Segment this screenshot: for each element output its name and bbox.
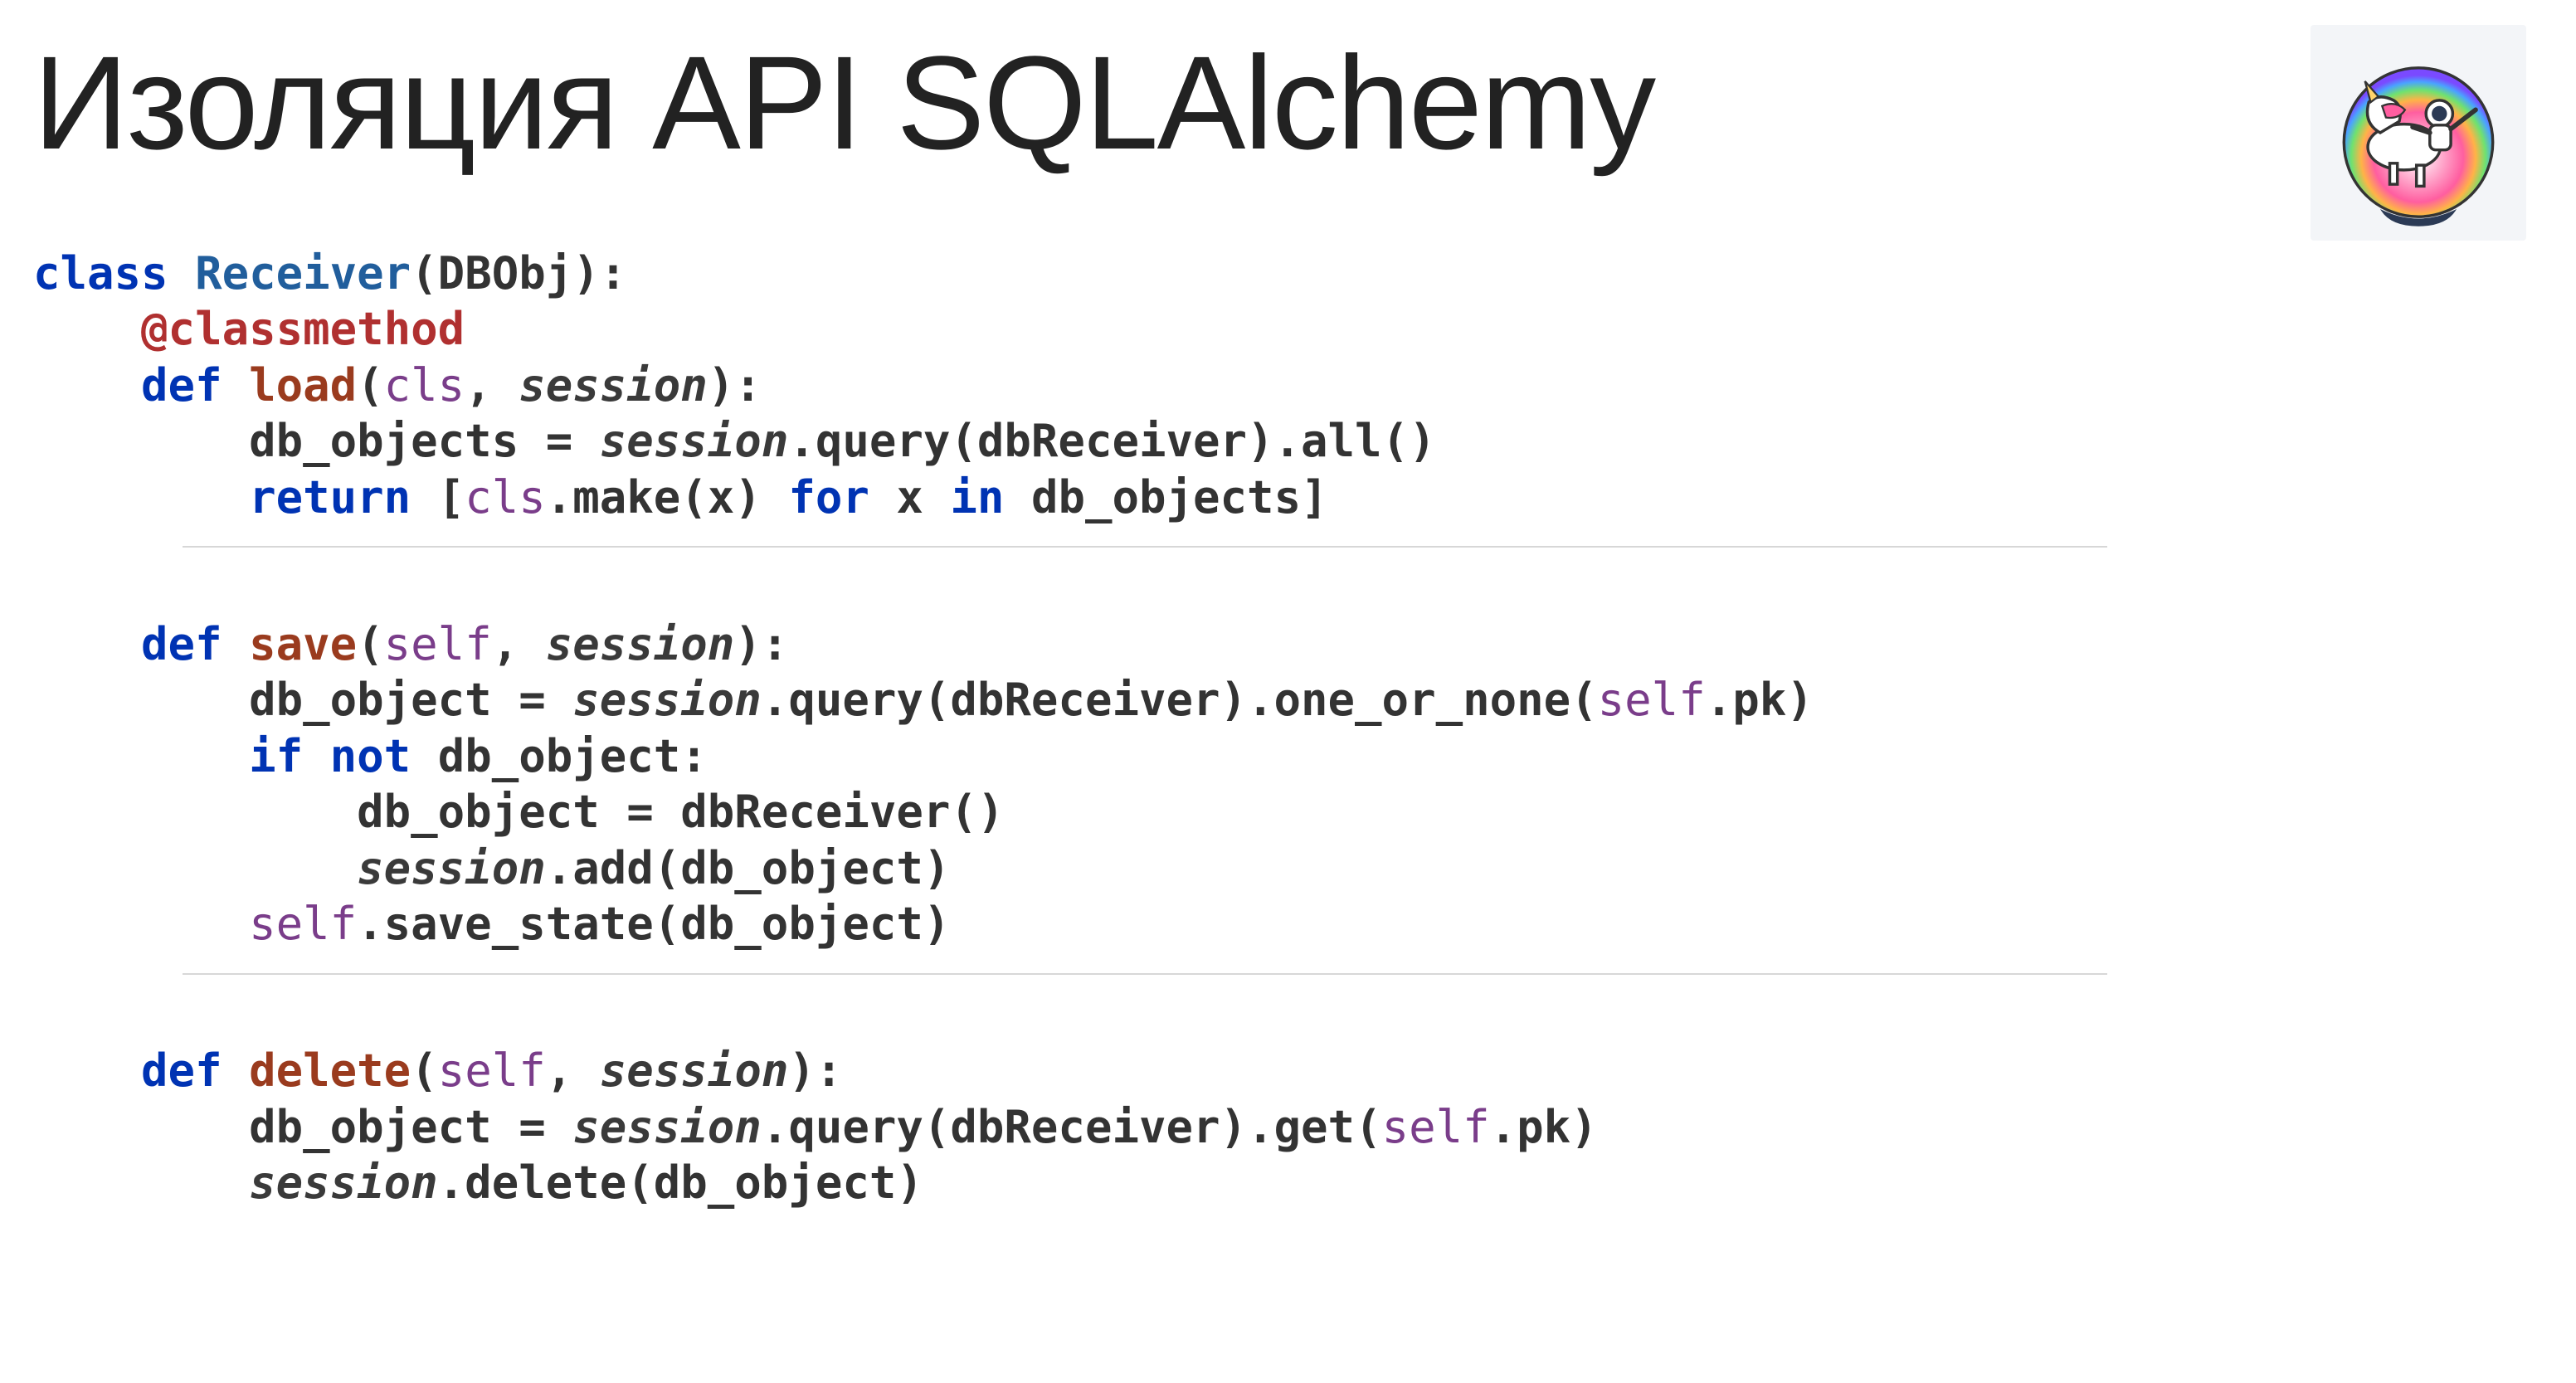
- code-line-3: def load(cls, session):: [33, 359, 762, 411]
- code-line-5: return [cls.make(x) for x in db_objects]: [33, 471, 1328, 523]
- unicorn-astronaut-icon: [2311, 25, 2526, 241]
- separator: [183, 546, 2107, 548]
- code-block: class Receiver(DBObj): @classmethod def …: [33, 189, 2543, 1267]
- code-line-4: db_objects = session.query(dbReceiver).a…: [33, 415, 1436, 467]
- code-line-7: db_object = session.query(dbReceiver).on…: [33, 674, 1814, 726]
- code-line-6: def save(self, session):: [33, 618, 788, 670]
- slide-title: Изоляция API SQLAlchemy: [33, 33, 2543, 173]
- code-line-12: def delete(self, session):: [33, 1045, 842, 1097]
- code-line-11: self.save_state(db_object): [33, 898, 950, 950]
- code-line-13: db_object = session.query(dbReceiver).ge…: [33, 1101, 1598, 1153]
- code-line-2: @classmethod: [33, 303, 465, 355]
- code-line-10: session.add(db_object): [33, 842, 950, 894]
- code-line-1: class Receiver(DBObj):: [33, 247, 626, 299]
- logo-svg: [2323, 37, 2514, 228]
- code-line-14: session.delete(db_object): [33, 1157, 923, 1209]
- code-line-9: db_object = dbReceiver(): [33, 786, 1004, 838]
- separator: [183, 973, 2107, 975]
- slide: Изоляция API SQLAlchemy class Receiver(D…: [0, 0, 2576, 1383]
- code-line-8: if not db_object:: [33, 730, 708, 782]
